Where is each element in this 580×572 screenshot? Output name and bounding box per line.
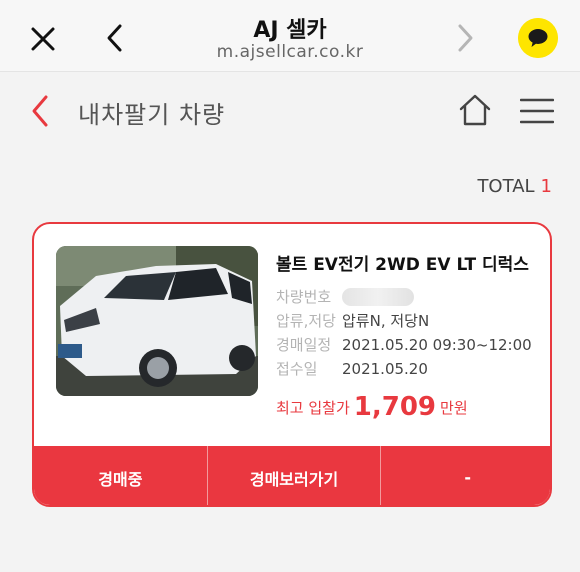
total-count: TOTAL 1 <box>477 176 552 197</box>
car-name[interactable]: 볼트 EV전기 2WD EV LT 디럭스 <box>276 250 546 275</box>
received-label: 접수일 <box>276 360 318 378</box>
home-icon[interactable] <box>458 93 492 127</box>
auction-date-value: 2021.05.20 09:30~12:00 <box>342 336 532 354</box>
forward-icon[interactable] <box>452 22 478 54</box>
total-number: 1 <box>540 176 552 197</box>
bid-price: 1,709 <box>353 392 437 422</box>
car-photo[interactable] <box>56 246 258 396</box>
bid-info: 최고 입찰가 1,709 만원 <box>276 390 468 422</box>
auction-status-button[interactable]: 경매중 <box>34 446 207 505</box>
browser-url[interactable]: m.ajsellcar.co.kr <box>140 42 440 62</box>
auction-date-row: 경매일정 2021.05.20 09:30~12:00 <box>276 333 546 357</box>
kakaotalk-icon[interactable] <box>518 18 558 58</box>
total-label: TOTAL <box>477 176 535 197</box>
page-header: 내차팔기 차량 <box>0 73 580 149</box>
menu-icon[interactable] <box>520 97 554 125</box>
back-icon[interactable] <box>28 94 52 128</box>
bid-unit: 만원 <box>440 399 468 417</box>
received-value: 2021.05.20 <box>342 360 428 378</box>
browser-bar: AJ 셀카 m.ajsellcar.co.kr <box>0 0 580 72</box>
back-icon[interactable] <box>102 22 128 54</box>
page-title: 내차팔기 차량 <box>78 101 226 129</box>
seizure-value: 압류N, 저당N <box>342 312 430 330</box>
plate-row: 차량번호 <box>276 285 546 309</box>
extra-button[interactable]: - <box>380 446 550 505</box>
bid-label: 최고 입찰가 <box>276 399 350 417</box>
listing-info: 볼트 EV전기 2WD EV LT 디럭스 차량번호 압류,저당 압류N, 저당… <box>276 250 546 381</box>
listing-card[interactable]: 볼트 EV전기 2WD EV LT 디럭스 차량번호 압류,저당 압류N, 저당… <box>32 222 552 507</box>
card-action-bar: 경매중 경매보러가기 - <box>34 446 550 505</box>
plate-value-redacted <box>342 288 414 306</box>
received-row: 접수일 2021.05.20 <box>276 357 546 381</box>
auction-date-label: 경매일정 <box>276 336 332 354</box>
view-auction-button[interactable]: 경매보러가기 <box>206 446 381 505</box>
seizure-row: 압류,저당 압류N, 저당N <box>276 309 546 333</box>
plate-label: 차량번호 <box>276 288 332 306</box>
browser-title: AJ 셀카 <box>253 18 327 43</box>
close-icon[interactable] <box>28 24 58 54</box>
seizure-label: 압류,저당 <box>276 312 336 330</box>
